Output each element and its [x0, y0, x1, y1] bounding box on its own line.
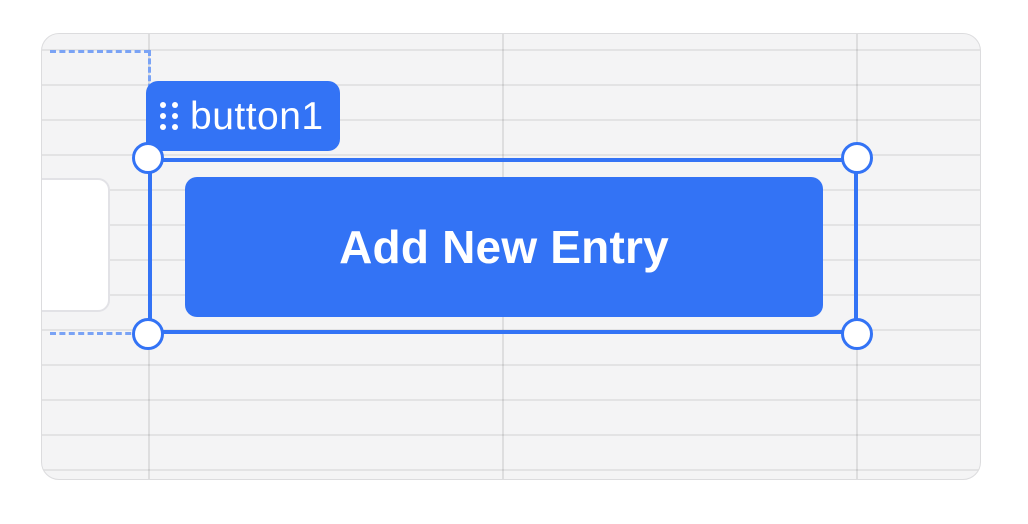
resize-handle-bottom-right[interactable]	[841, 318, 873, 350]
resize-handle-top-right[interactable]	[841, 142, 873, 174]
add-new-entry-button[interactable]: Add New Entry	[185, 177, 823, 317]
component-name-tag[interactable]: button1	[146, 81, 340, 151]
resize-handle-top-left[interactable]	[132, 142, 164, 174]
drag-handle-icon[interactable]	[160, 102, 178, 130]
neighbour-component[interactable]	[42, 178, 110, 312]
resize-handle-bottom-left[interactable]	[132, 318, 164, 350]
component-name-label: button1	[190, 94, 324, 138]
neighbour-selection-guide-top	[50, 50, 150, 53]
editor-canvas[interactable]: button1 Add New Entry	[41, 33, 981, 480]
